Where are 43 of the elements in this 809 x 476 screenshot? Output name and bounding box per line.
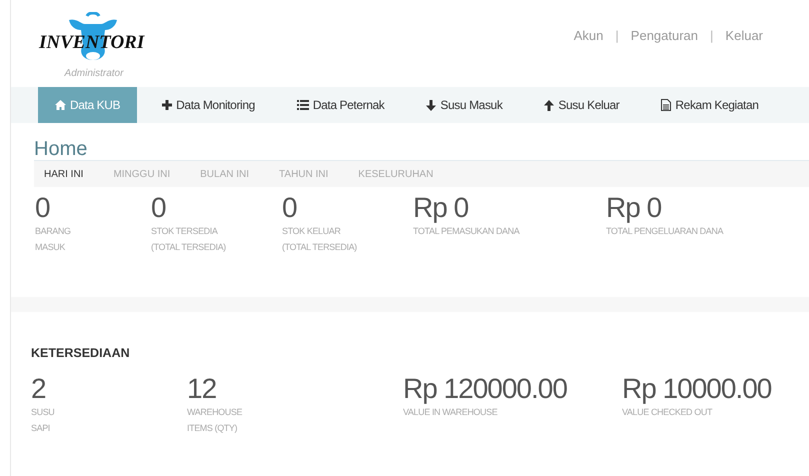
list-icon	[296, 100, 309, 110]
stat-label: STOK KELUAR (TOTAL TERSEDIA)	[282, 225, 358, 254]
period-tab[interactable]: BULAN INI	[200, 168, 250, 180]
stat-value: 0	[35, 193, 51, 223]
stat-value: 12	[187, 374, 218, 404]
arrow-up-icon	[544, 100, 554, 110]
stat-label: STOK TERSEDIA (TOTAL TERSEDIA)	[151, 225, 227, 254]
document-icon	[661, 99, 672, 111]
stat-label: SUSU SAPI	[31, 406, 56, 435]
period-tab[interactable]: MINGGU INI	[113, 168, 170, 180]
nav-tab[interactable]: Rekam Kegiatan	[644, 87, 776, 123]
stat-label: TOTAL PENGELUARAN DANA	[606, 225, 724, 238]
stat-value: 0	[151, 193, 167, 223]
stat-value: Rp 0	[606, 193, 662, 223]
stat-value: Rp 120000.00	[403, 374, 568, 404]
page-title: Home	[34, 138, 88, 160]
nav-tab[interactable]: Data KUB	[38, 87, 138, 123]
separator: |	[615, 28, 619, 45]
stat-label: TOTAL PEMASUKAN DANA	[413, 225, 521, 238]
home-icon	[55, 100, 66, 110]
period-tab[interactable]: HARI INI	[44, 168, 84, 180]
header-link[interactable]: Keluar	[725, 28, 763, 87]
nav-tab[interactable]: Data Peternak	[280, 87, 402, 123]
separator: |	[710, 28, 714, 45]
nav-tab[interactable]: Susu Keluar	[527, 87, 636, 123]
stat-label: VALUE IN WAREHOUSE	[403, 406, 498, 419]
stat-value: 0	[282, 193, 298, 223]
period-tab[interactable]: KESELURUHAN	[358, 168, 434, 180]
nav-tab[interactable]: Data Monitoring	[145, 87, 272, 123]
role-label: Administrator	[64, 68, 124, 79]
stat-value: 2	[31, 374, 47, 404]
plus-icon	[162, 100, 172, 110]
stat-label: BARANG MASUK	[35, 225, 72, 254]
stat-label: VALUE CHECKED OUT	[622, 406, 714, 419]
stat-label: WAREHOUSE ITEMS (QTY)	[187, 406, 244, 435]
arrow-down-icon	[426, 100, 436, 110]
stat-value: Rp 10000.00	[622, 374, 772, 404]
period-tab[interactable]: TAHUN INI	[279, 168, 328, 180]
section-title: KETERSEDIAAN	[31, 346, 131, 360]
header-link[interactable]: Akun	[574, 28, 604, 87]
stat-value: Rp 0	[413, 193, 470, 223]
header-link[interactable]: Pengaturan	[630, 28, 698, 87]
nav-tab[interactable]: Susu Masuk	[409, 87, 520, 123]
